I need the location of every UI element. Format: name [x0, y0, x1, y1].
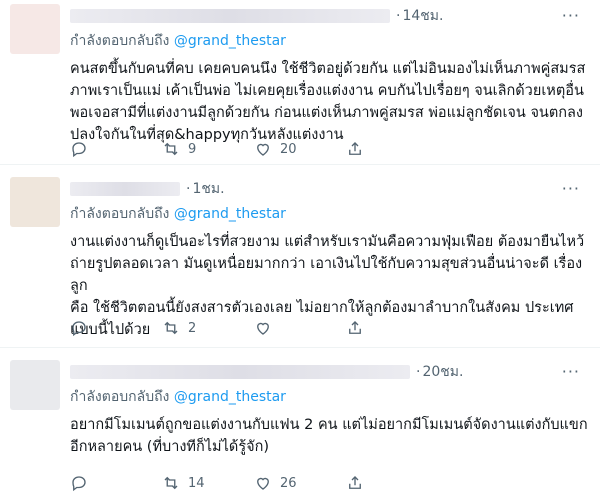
replying-to: กำลังตอบกลับถึง @grand_thestar — [70, 30, 590, 52]
share-button[interactable] — [346, 319, 438, 337]
heart-icon — [254, 140, 272, 158]
redacted-author-name[interactable] — [70, 365, 410, 379]
tweet-actions: 14 26 — [70, 474, 438, 492]
tweet-actions: 2 — [70, 319, 438, 337]
heart-icon — [254, 319, 272, 337]
like-count: 26 — [280, 475, 297, 491]
tweet-header: · 20ชม. — [70, 362, 590, 382]
tweet-header: · 1ชม. — [70, 179, 590, 199]
timestamp[interactable]: 1ชม. — [192, 178, 224, 200]
share-button[interactable] — [346, 140, 438, 158]
more-options-icon[interactable]: ··· — [562, 179, 580, 198]
reply-tweet[interactable]: · 14ชม. ··· กำลังตอบกลับถึง @grand_thest… — [0, 0, 600, 165]
reply-tweet[interactable]: · 1ชม. ··· กำลังตอบกลับถึง @grand_thesta… — [0, 165, 600, 348]
like-button[interactable]: 26 — [254, 474, 346, 492]
reply-button[interactable] — [70, 474, 162, 492]
tweet-text: อยากมีโมเมนต์ถูกขอแต่งงานกับแฟน 2 คน แต่… — [70, 417, 588, 455]
more-options-icon[interactable]: ··· — [562, 362, 580, 381]
separator-dot: · — [416, 364, 421, 380]
retweet-count: 2 — [188, 320, 197, 336]
replying-label: กำลังตอบกลับถึง — [70, 389, 170, 405]
retweet-button[interactable]: 2 — [162, 319, 254, 337]
avatar[interactable] — [10, 177, 60, 227]
reply-button[interactable] — [70, 319, 162, 337]
retweet-button[interactable]: 14 — [162, 474, 254, 492]
replying-to: กำลังตอบกลับถึง @grand_thestar — [70, 386, 590, 408]
tweet-content: · 14ชม. ··· กำลังตอบกลับถึง @grand_thest… — [70, 6, 590, 146]
heart-icon — [254, 474, 272, 492]
share-icon — [346, 140, 364, 158]
tweet-content: · 1ชม. ··· กำลังตอบกลับถึง @grand_thesta… — [70, 179, 590, 341]
retweet-count: 9 — [188, 141, 197, 157]
retweet-button[interactable]: 9 — [162, 140, 254, 158]
replying-handle-link[interactable]: @grand_thestar — [174, 33, 286, 49]
tweet-header: · 14ชม. — [70, 6, 590, 26]
timestamp[interactable]: 14ชม. — [402, 5, 443, 27]
retweet-icon — [162, 140, 180, 158]
avatar[interactable] — [10, 4, 60, 54]
tweet-actions: 9 20 — [70, 140, 438, 158]
reply-timeline: · 14ชม. ··· กำลังตอบกลับถึง @grand_thest… — [0, 0, 600, 498]
share-icon — [346, 474, 364, 492]
replying-handle-link[interactable]: @grand_thestar — [174, 206, 286, 222]
reply-button[interactable] — [70, 140, 162, 158]
like-count: 20 — [280, 141, 297, 157]
retweet-icon — [162, 474, 180, 492]
replying-label: กำลังตอบกลับถึง — [70, 206, 170, 222]
separator-dot: · — [396, 8, 401, 24]
retweet-count: 14 — [188, 475, 205, 491]
reply-tweet[interactable]: · 20ชม. ··· กำลังตอบกลับถึง @grand_thest… — [0, 348, 600, 498]
tweet-content: · 20ชม. ··· กำลังตอบกลับถึง @grand_thest… — [70, 362, 590, 458]
reply-icon — [70, 319, 88, 337]
share-icon — [346, 319, 364, 337]
redacted-author-name[interactable] — [70, 9, 390, 23]
separator-dot: · — [186, 181, 191, 197]
like-button[interactable] — [254, 319, 346, 337]
redacted-author-name[interactable] — [70, 182, 180, 196]
reply-icon — [70, 140, 88, 158]
more-options-icon[interactable]: ··· — [562, 6, 580, 25]
avatar[interactable] — [10, 360, 60, 410]
replying-to: กำลังตอบกลับถึง @grand_thestar — [70, 203, 590, 225]
retweet-icon — [162, 319, 180, 337]
tweet-text: คนสตขึ้นกับคนที่คบ เคยคบคนนึง ใช้ชีวิตอย… — [70, 61, 586, 143]
share-button[interactable] — [346, 474, 438, 492]
reply-icon — [70, 474, 88, 492]
like-button[interactable]: 20 — [254, 140, 346, 158]
timestamp[interactable]: 20ชม. — [422, 361, 463, 383]
replying-label: กำลังตอบกลับถึง — [70, 33, 170, 49]
replying-handle-link[interactable]: @grand_thestar — [174, 389, 286, 405]
